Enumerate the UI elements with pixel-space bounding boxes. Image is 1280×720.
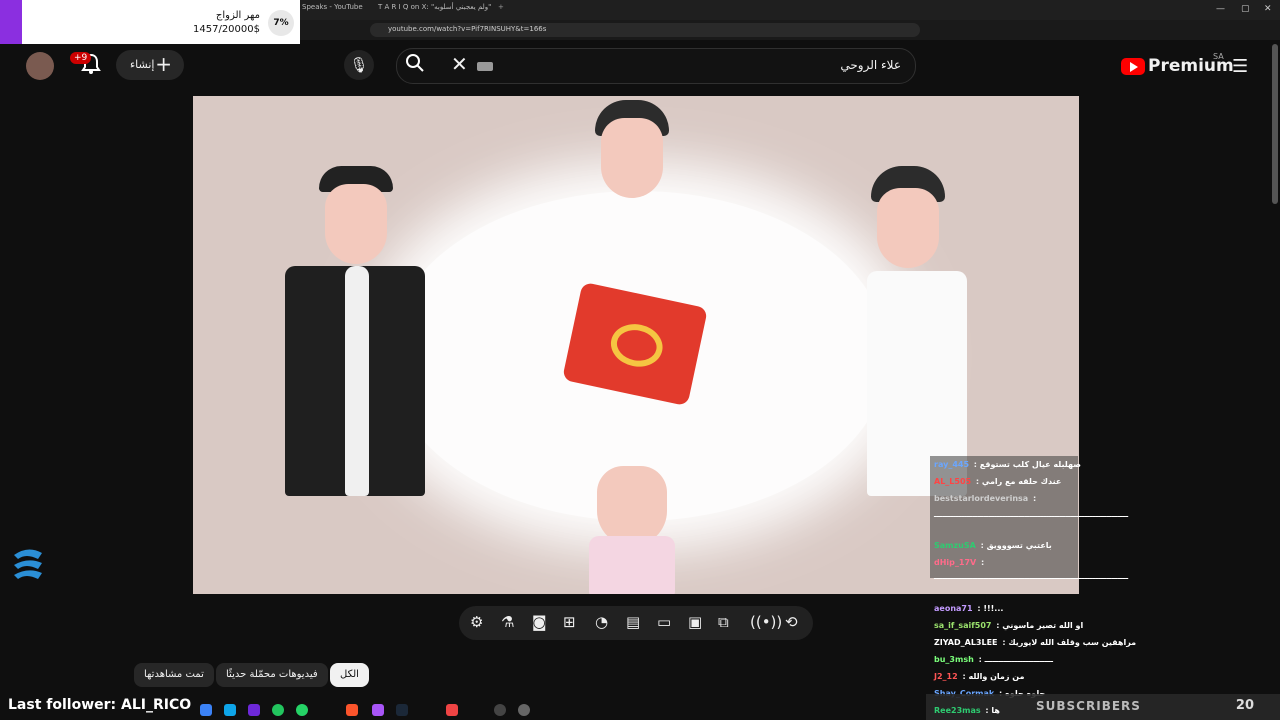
page-scrollbar[interactable] <box>1272 44 1278 204</box>
notification-count-badge: +9 <box>70 52 92 64</box>
subscribers-label: SUBSCRIBERS <box>1036 699 1141 713</box>
subtitles-icon[interactable]: ▤ <box>626 613 640 631</box>
minimize-icon[interactable]: — <box>1216 4 1225 14</box>
goal-title: مهر الزواج <box>215 10 260 21</box>
search-box[interactable]: ✕ علاء الروحي <box>396 48 916 84</box>
plus-icon: + <box>155 52 172 76</box>
theater-icon[interactable]: ▭ <box>657 613 671 631</box>
avatar[interactable] <box>26 52 54 80</box>
chat-message: ــــــــــــــــــــــــــــــــــــــــ… <box>934 572 1129 581</box>
hamburger-menu-icon[interactable]: ☰ <box>1232 56 1248 77</box>
settings-icon[interactable]: ⚙ <box>470 613 483 631</box>
donation-goal-widget: مهر الزواج 1457/20000$ 7% <box>0 0 300 44</box>
chat-message: bu_3msh : ـــــــــــــــــــــــــ <box>934 655 1053 664</box>
add-clip-icon[interactable]: ⊞ <box>563 613 576 631</box>
speed-icon[interactable]: ◔ <box>595 613 608 631</box>
last-follower-text: Last follower: ALI_RICO <box>8 697 192 713</box>
chat-message: SamzuSA : باعتبي تسووويق <box>934 541 1052 550</box>
chat-message: ــــــــــــــــــــــــــــــــــــــــ… <box>934 510 1129 519</box>
clear-search-icon[interactable]: ✕ <box>451 52 468 76</box>
chat-message: aeona71 : !!!... <box>934 604 1004 613</box>
loop-icon[interactable]: ⟲ <box>785 613 798 631</box>
taskbar-app-icon[interactable] <box>248 704 260 716</box>
chat-message: beststarlordeverinsa : <box>934 494 1037 503</box>
live-icon[interactable]: ((•)) <box>750 613 782 631</box>
create-button[interactable]: إنشاء + <box>116 50 184 80</box>
taskbar-app-icon[interactable] <box>372 704 384 716</box>
chat-message: Ree23mas : ها <box>934 706 1000 715</box>
taskbar-app-icon[interactable] <box>296 704 308 716</box>
goal-percent: 7% <box>268 10 294 36</box>
taskbar-app-icon[interactable] <box>224 704 236 716</box>
search-input[interactable]: علاء الروحي <box>840 58 901 72</box>
tab-youtube[interactable]: Speaks - YouTube <box>302 3 363 11</box>
youtube-play-icon <box>1121 58 1145 75</box>
stream-chat-overlay: ray_445 : صهلبله عيال كلب تستوقع AL_L505… <box>930 456 1280 720</box>
tab-x[interactable]: T A R I Q on X: "ولم يعجبني أسلوبه" <box>378 3 491 11</box>
search-icon[interactable] <box>405 53 425 78</box>
voice-search-mic-icon[interactable]: 🎙 <box>344 50 374 80</box>
goal-accent-bar <box>0 0 22 44</box>
taskbar-app-icon[interactable] <box>518 704 530 716</box>
taskbar-app-icon[interactable] <box>396 704 408 716</box>
chat-message: J2_12 : من زمان والله <box>934 672 1025 681</box>
player-controls-bar: ⚙ ⚗ ◙ ⊞ ◔ ▤ ▭ ▣ ⧉ ((•)) ⟲ <box>459 606 813 640</box>
taskbar-app-icon[interactable] <box>200 704 212 716</box>
taskbar-app-icon[interactable] <box>494 704 506 716</box>
url-text: youtube.com/watch?v=Pif7RINSUHY&t=166s <box>388 25 547 33</box>
youtube-header: +9 إنشاء + 🎙 ✕ علاء الروحي Premium SA ☰ <box>0 44 1280 90</box>
flask-icon[interactable]: ⚗ <box>501 613 514 631</box>
taskbar-app-icon[interactable] <box>446 704 458 716</box>
address-bar[interactable]: youtube.com/watch?v=Pif7RINSUHY&t=166s <box>370 23 920 37</box>
chat-message: ray_445 : صهلبله عيال كلب تستوقع <box>934 460 1082 469</box>
chip-all[interactable]: الكل <box>330 663 369 687</box>
cast-icon[interactable]: ⧉ <box>718 613 729 631</box>
camera-icon[interactable]: ◙ <box>532 613 547 631</box>
new-tab-button[interactable]: + <box>498 3 504 11</box>
close-window-icon[interactable]: ✕ <box>1264 4 1272 14</box>
chat-message: ZIYAD_AL3LEE : مراهقين سب وقلف الله لايو… <box>934 638 1137 647</box>
chat-message: AL_L505 : عندك حلقه مع رامي <box>934 477 1062 486</box>
chat-message: sa_if_saif507 : او الله تصير ماسوني <box>934 621 1084 630</box>
goal-amount: 1457/20000$ <box>193 24 260 35</box>
chat-message: dHip_17V : <box>934 558 985 567</box>
taskbar-app-icon[interactable] <box>346 704 358 716</box>
chip-watched[interactable]: تمت مشاهدتها <box>134 663 214 687</box>
create-label: إنشاء <box>130 58 155 71</box>
maximize-icon[interactable]: ▢ <box>1241 4 1250 14</box>
chip-recent[interactable]: فيديوهات محمّلة حديثًا <box>216 663 328 687</box>
channel-logo-icon <box>10 545 46 581</box>
keyboard-icon[interactable] <box>477 62 493 71</box>
region-code: SA <box>1213 52 1224 61</box>
subscribers-count: 20 <box>1235 698 1254 713</box>
miniplayer-icon[interactable]: ▣ <box>688 613 702 631</box>
taskbar-app-icon[interactable] <box>272 704 284 716</box>
